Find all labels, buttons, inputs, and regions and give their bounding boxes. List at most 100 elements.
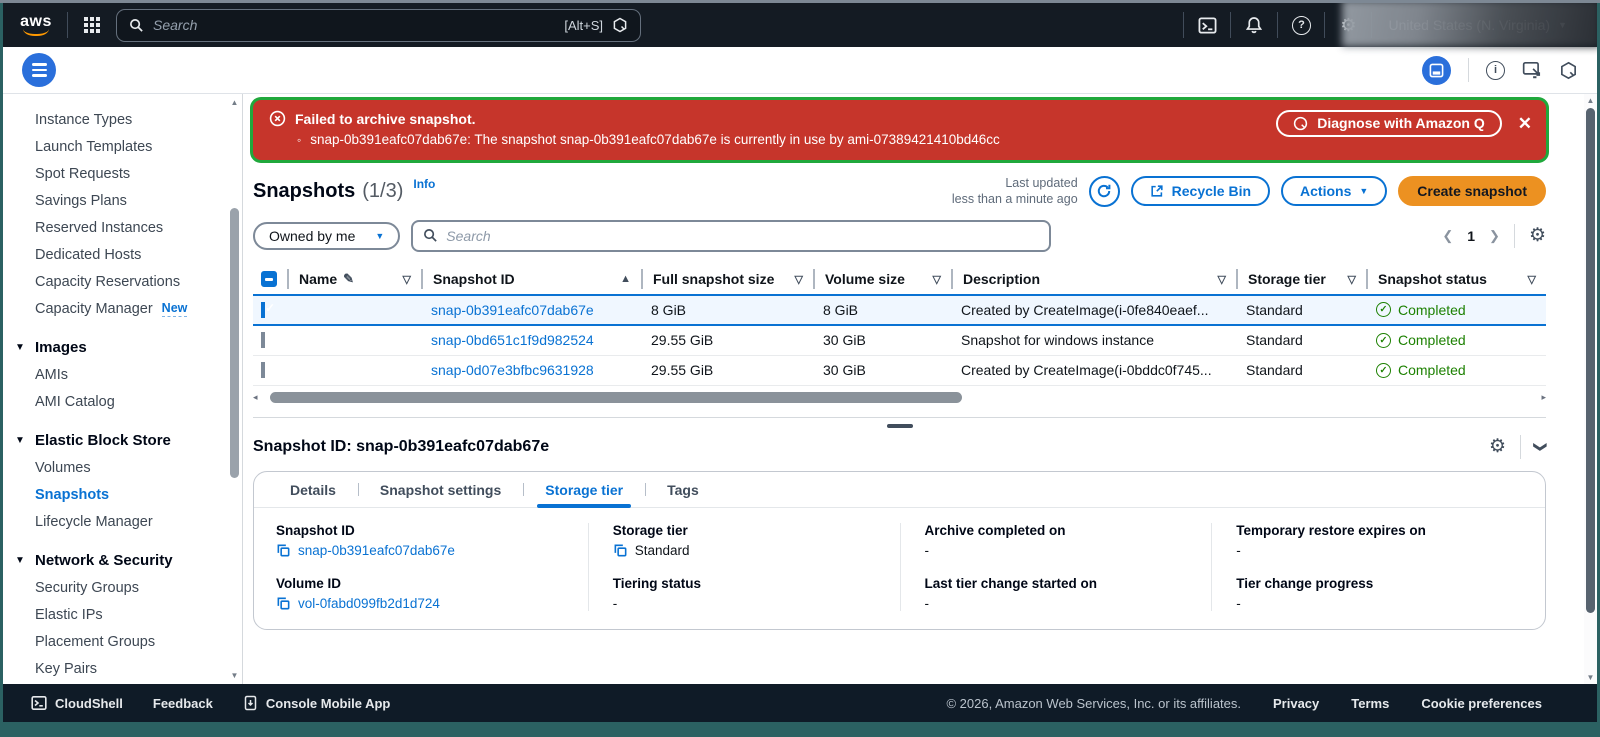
row-checkbox[interactable] — [261, 362, 265, 378]
page-number[interactable]: 1 — [1467, 228, 1475, 244]
copy-icon[interactable] — [276, 543, 291, 558]
sidebar-section-network-security[interactable]: ▼ Network & Security — [15, 547, 224, 574]
sort-icon[interactable]: ▽ — [933, 273, 941, 286]
info-link[interactable]: Info — [413, 177, 435, 191]
snapshot-search-input[interactable] — [446, 227, 1040, 244]
sidebar-menu-button[interactable] — [22, 53, 56, 87]
column-header-volume-size[interactable]: Volume size ▽ — [813, 269, 951, 289]
info-icon[interactable]: i — [1486, 60, 1505, 80]
sort-icon[interactable]: ▽ — [1348, 273, 1356, 286]
volume-id-value-link[interactable]: vol-0fabd099fb2d1d724 — [298, 596, 440, 611]
copy-icon[interactable] — [276, 596, 291, 611]
screen-feedback-icon[interactable] — [1522, 61, 1542, 79]
account-menu-redacted[interactable] — [1342, 3, 1597, 47]
sidebar-section-images[interactable]: ▼ Images — [15, 334, 224, 361]
snapshot-id-link[interactable]: snap-0d07e3bfbc9631928 — [431, 362, 594, 378]
table-row[interactable]: snap-0b391eafc07dab67e 8 GiB 8 GiB Creat… — [253, 293, 1546, 326]
sidebar-item-network-interfaces[interactable]: Network Interfaces — [35, 682, 224, 684]
create-snapshot-button[interactable]: Create snapshot — [1398, 176, 1546, 207]
previous-page-icon[interactable]: ❮ — [1442, 228, 1453, 244]
table-row[interactable]: snap-0bd651c1f9d982524 29.55 GiB 30 GiB … — [253, 326, 1546, 356]
column-header-snapshot-status[interactable]: Snapshot status ▽ — [1366, 269, 1546, 289]
tab-details[interactable]: Details — [268, 472, 358, 507]
close-icon[interactable]: ✕ — [1518, 115, 1532, 132]
global-search-input[interactable] — [153, 17, 556, 33]
page-scrollbar[interactable]: ▲ ▼ — [1584, 94, 1597, 684]
sidebar-item-launch-templates[interactable]: Launch Templates — [35, 133, 224, 160]
footer-cloudshell[interactable]: CloudShell — [31, 695, 123, 711]
sort-icon[interactable]: ▽ — [403, 273, 411, 286]
sidebar-item-savings-plans[interactable]: Savings Plans — [35, 187, 224, 214]
services-grid-icon[interactable] — [84, 17, 100, 33]
row-checkbox[interactable] — [261, 332, 265, 348]
select-all-checkbox[interactable] — [261, 271, 277, 287]
scroll-down-icon[interactable]: ▼ — [228, 671, 241, 680]
refresh-button[interactable] — [1088, 175, 1120, 207]
table-preferences-gear-icon[interactable]: ⚙ — [1529, 226, 1546, 245]
sidebar-item-capacity-reservations[interactable]: Capacity Reservations — [35, 268, 224, 295]
footer-privacy-link[interactable]: Privacy — [1273, 696, 1319, 711]
sidebar-item-elastic-ips[interactable]: Elastic IPs — [35, 601, 224, 628]
sidebar-item-key-pairs[interactable]: Key Pairs — [35, 655, 224, 682]
snapshot-id-link[interactable]: snap-0bd651c1f9d982524 — [431, 332, 594, 348]
collapse-panel-icon[interactable]: ❯ — [1533, 441, 1549, 452]
help-icon[interactable]: ? — [1278, 15, 1324, 35]
scroll-up-icon[interactable]: ▲ — [228, 98, 241, 107]
sidebar-scroll-thumb[interactable] — [230, 208, 239, 478]
sidebar-item-security-groups[interactable]: Security Groups — [35, 574, 224, 601]
tab-storage-tier[interactable]: Storage tier — [523, 472, 645, 508]
aws-logo[interactable]: aws — [17, 13, 55, 36]
split-panel-icon[interactable] — [1422, 55, 1451, 85]
scroll-right-icon[interactable]: ▸ — [1541, 392, 1546, 403]
recycle-bin-button[interactable]: Recycle Bin — [1130, 176, 1271, 207]
cloudshell-icon[interactable] — [1184, 16, 1230, 35]
horizontal-scrollbar[interactable]: ◂ ▸ — [253, 391, 1546, 405]
sidebar-item-instance-types[interactable]: Instance Types — [35, 106, 224, 133]
sidebar-item-ami-catalog[interactable]: AMI Catalog — [35, 388, 224, 415]
amazon-q-icon[interactable] — [1559, 61, 1578, 80]
horizontal-scroll-thumb[interactable] — [270, 391, 962, 403]
copy-icon[interactable] — [613, 543, 628, 558]
tab-tags[interactable]: Tags — [645, 472, 721, 507]
global-search-bar[interactable]: [Alt+S] — [116, 8, 641, 42]
sort-icon[interactable]: ▽ — [795, 273, 803, 286]
footer-feedback[interactable]: Feedback — [153, 696, 213, 711]
scroll-left-icon[interactable]: ◂ — [253, 392, 258, 403]
sidebar-item-reserved-instances[interactable]: Reserved Instances — [35, 214, 224, 241]
sort-icon[interactable]: ▽ — [1218, 273, 1226, 286]
scroll-up-icon[interactable]: ▲ — [1584, 96, 1597, 105]
sidebar-item-spot-requests[interactable]: Spot Requests — [35, 160, 224, 187]
sidebar-item-amis[interactable]: AMIs — [35, 361, 224, 388]
detail-preferences-gear-icon[interactable]: ⚙ — [1489, 437, 1506, 456]
sidebar-item-volumes[interactable]: Volumes — [35, 454, 224, 481]
split-panel-drag-handle[interactable] — [886, 423, 913, 428]
table-row[interactable]: snap-0d07e3bfbc9631928 29.55 GiB 30 GiB … — [253, 356, 1546, 386]
snapshot-id-link[interactable]: snap-0b391eafc07dab67e — [431, 302, 594, 318]
sort-ascending-icon[interactable]: ▲ — [620, 273, 631, 285]
actions-button[interactable]: Actions ▼ — [1281, 176, 1388, 207]
sidebar-item-snapshots[interactable]: Snapshots — [35, 481, 224, 508]
footer-cookie-preferences-link[interactable]: Cookie preferences — [1421, 696, 1542, 711]
sidebar-item-lifecycle-manager[interactable]: Lifecycle Manager — [35, 508, 224, 535]
next-page-icon[interactable]: ❯ — [1489, 228, 1500, 244]
sidebar-scrollbar[interactable]: ▲ ▼ — [228, 96, 241, 682]
snapshot-search-box[interactable] — [411, 219, 1052, 252]
snapshot-id-value-link[interactable]: snap-0b391eafc07dab67e — [298, 543, 455, 558]
sidebar-section-elastic-block-store[interactable]: ▼ Elastic Block Store — [15, 427, 224, 454]
sidebar-item-capacity-manager[interactable]: Capacity Manager New — [35, 295, 224, 322]
notifications-bell-icon[interactable] — [1231, 16, 1277, 34]
column-header-description[interactable]: Description ▽ — [951, 269, 1236, 289]
sidebar-item-placement-groups[interactable]: Placement Groups — [35, 628, 224, 655]
sort-icon[interactable]: ▽ — [1528, 273, 1536, 286]
sidebar-item-dedicated-hosts[interactable]: Dedicated Hosts — [35, 241, 224, 268]
tab-snapshot-settings[interactable]: Snapshot settings — [357, 472, 523, 507]
ownership-filter-dropdown[interactable]: Owned by me ▼ — [253, 221, 401, 250]
scroll-down-icon[interactable]: ▼ — [1584, 673, 1597, 682]
column-header-storage-tier[interactable]: Storage tier ▽ — [1236, 269, 1366, 289]
page-scroll-thumb[interactable] — [1586, 108, 1595, 613]
diagnose-with-amazon-q-button[interactable]: Diagnose with Amazon Q — [1276, 110, 1502, 137]
footer-console-mobile-app[interactable]: Console Mobile App — [243, 695, 390, 711]
row-checkbox[interactable] — [261, 301, 265, 318]
column-header-name[interactable]: Name ✎ ▽ — [287, 269, 421, 289]
footer-terms-link[interactable]: Terms — [1351, 696, 1389, 711]
